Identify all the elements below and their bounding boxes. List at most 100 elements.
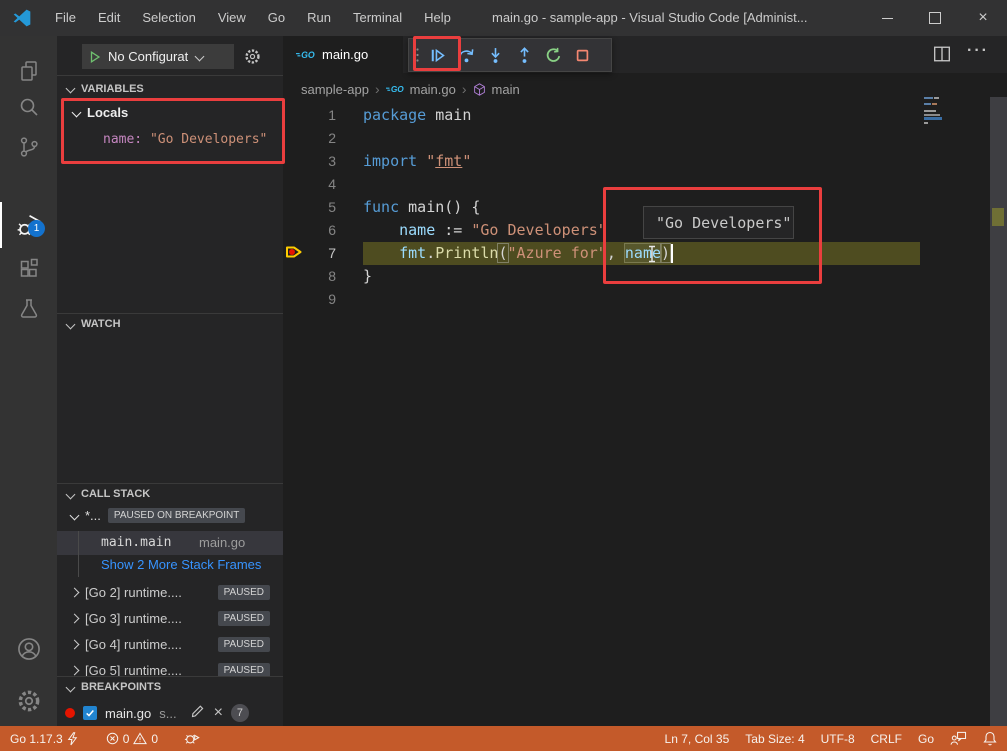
debug-bug-icon (184, 731, 200, 746)
stack-frame-row-selected[interactable]: main.main main.go (57, 531, 283, 555)
breadcrumb: sample-app › GO main.go › main (301, 78, 520, 100)
goroutine-label: [Go 2] runtime.... (85, 585, 182, 600)
code-token: fmt (435, 152, 462, 170)
warning-count: 0 (151, 732, 158, 746)
goroutine-label: [Go 3] runtime.... (85, 611, 182, 626)
minimize-button[interactable] (863, 0, 911, 36)
language-mode-item[interactable]: Go (918, 732, 934, 746)
sidebar-item-testing[interactable] (0, 288, 57, 330)
step-out-button[interactable] (510, 39, 539, 71)
editor-scrollbar[interactable] (990, 97, 1007, 726)
breakpoint-path: s... (159, 706, 176, 721)
sidebar-item-search[interactable] (0, 86, 57, 128)
debug-settings-gear-icon[interactable] (243, 47, 262, 71)
breakpoint-row[interactable]: main.go s... × 7 (57, 700, 283, 726)
line-number: 8 (283, 265, 336, 288)
step-into-button[interactable] (481, 39, 510, 71)
toolbar-drag-handle[interactable] (409, 47, 423, 63)
breadcrumb-file[interactable]: main.go (410, 82, 456, 97)
code-token: main() { (408, 198, 480, 216)
breakpoint-checkbox[interactable] (83, 706, 97, 720)
tab-label: main.go (322, 47, 368, 62)
error-count: 0 (123, 732, 130, 746)
goroutine-row[interactable]: [Go 4] runtime.... PAUSED (57, 632, 283, 656)
breakpoints-section-header[interactable]: BREAKPOINTS (57, 676, 283, 697)
beaker-icon (17, 297, 41, 321)
continue-button[interactable] (423, 39, 452, 71)
go-file-icon: GO (386, 83, 404, 95)
code-line[interactable]: name := "Go Developers" (363, 219, 607, 242)
remove-breakpoint-icon[interactable]: × (214, 706, 223, 720)
accounts-icon[interactable] (0, 628, 57, 670)
notifications-bell-icon[interactable] (983, 731, 997, 746)
code-token: " (462, 152, 471, 170)
menu-run[interactable]: Run (296, 0, 342, 36)
frame-function: main.main (101, 535, 171, 550)
go-version-item[interactable]: Go 1.17.3 (10, 732, 78, 746)
code-token: := (435, 221, 471, 239)
indentation-item[interactable]: Tab Size: 4 (745, 732, 804, 746)
stop-icon (574, 47, 591, 64)
debug-status-item[interactable] (184, 731, 200, 746)
thread-row[interactable]: *... PAUSED ON BREAKPOINT (71, 508, 245, 523)
menu-go[interactable]: Go (257, 0, 296, 36)
code-token: package (363, 106, 435, 124)
sidebar-item-extensions[interactable] (0, 248, 57, 290)
code-line[interactable]: import "fmt" (363, 150, 471, 173)
breadcrumb-separator: › (375, 81, 380, 97)
menu-view[interactable]: View (207, 0, 257, 36)
encoding-item[interactable]: UTF-8 (821, 732, 855, 746)
eol-item[interactable]: CRLF (871, 732, 902, 746)
variables-scope-locals[interactable]: Locals (73, 105, 128, 120)
menu-help[interactable]: Help (413, 0, 462, 36)
call-stack-section-header[interactable]: CALL STACK (57, 483, 283, 504)
goroutine-row[interactable]: [Go 3] runtime.... PAUSED (57, 606, 283, 630)
breakpoint-dot-icon (65, 708, 75, 718)
code-line[interactable]: func main() { (363, 196, 480, 219)
edit-breakpoint-icon[interactable] (191, 703, 206, 723)
title-bar: FileEditSelectionViewGoRunTerminalHelp m… (0, 0, 1007, 36)
text-caret (671, 244, 673, 263)
settings-gear-icon[interactable] (0, 680, 57, 722)
line-number: 3 (283, 150, 336, 173)
code-line[interactable]: } (363, 265, 372, 288)
debug-config-dropdown[interactable]: No Configurat (82, 44, 234, 69)
menu-selection[interactable]: Selection (131, 0, 206, 36)
feedback-icon[interactable] (950, 731, 967, 746)
code-line-current[interactable]: fmt.Println("Azure for", name) (363, 242, 670, 265)
paused-badge: PAUSED (218, 637, 270, 652)
step-over-button[interactable] (452, 39, 481, 71)
split-editor-icon[interactable] (933, 45, 951, 68)
more-actions-icon[interactable]: ··· (967, 42, 989, 60)
maximize-button[interactable] (911, 0, 959, 36)
variable-row[interactable]: name: "Go Developers" (103, 132, 267, 147)
goroutine-row[interactable]: [Go 2] runtime.... PAUSED (57, 580, 283, 604)
scope-label: Locals (87, 105, 128, 120)
breadcrumb-separator: › (462, 81, 467, 97)
goroutine-label: [Go 4] runtime.... (85, 637, 182, 652)
menu-file[interactable]: File (44, 0, 87, 36)
variables-section-header[interactable]: VARIABLES (57, 78, 283, 99)
breadcrumb-symbol[interactable]: main (492, 82, 520, 97)
stop-button[interactable] (568, 39, 597, 71)
vscode-window: FileEditSelectionViewGoRunTerminalHelp m… (0, 0, 1007, 751)
tab-main-go[interactable]: GO main.go (283, 36, 403, 73)
restart-button[interactable] (539, 39, 568, 71)
show-more-frames-link[interactable]: Show 2 More Stack Frames (101, 557, 283, 572)
window-title: main.go - sample-app - Visual Studio Cod… (492, 0, 808, 36)
menu-terminal[interactable]: Terminal (342, 0, 413, 36)
sidebar-item-source-control[interactable] (0, 126, 57, 168)
close-button[interactable]: × (959, 0, 1007, 36)
line-number: 5 (283, 196, 336, 219)
breadcrumb-folder[interactable]: sample-app (301, 82, 369, 97)
code-line[interactable]: package main (363, 104, 471, 127)
chevron-down-icon (66, 682, 76, 692)
chevron-right-icon (70, 613, 80, 623)
problems-item[interactable]: 0 0 (106, 732, 158, 746)
start-debug-icon[interactable] (88, 50, 102, 64)
cursor-position-item[interactable]: Ln 7, Col 35 (665, 732, 730, 746)
menu-edit[interactable]: Edit (87, 0, 131, 36)
minimap[interactable] (924, 97, 944, 127)
debug-config-label: No Configurat (108, 49, 188, 64)
watch-section-header[interactable]: WATCH (57, 313, 283, 334)
